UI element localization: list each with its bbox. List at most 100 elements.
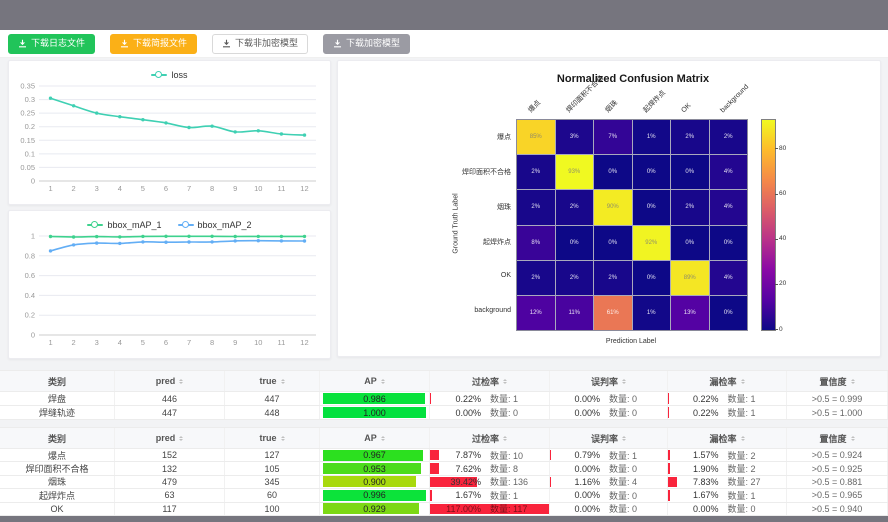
sort-icon[interactable]	[381, 434, 385, 443]
legend-item-bbox_mAP_2[interactable]: bbox_mAP_2	[178, 220, 252, 230]
class-name-cell: OK	[0, 503, 115, 515]
matrix-cell: 85%	[517, 120, 555, 154]
matrix-column-label: OK	[681, 102, 694, 115]
confidence-cell: >0.5 = 1.000	[787, 406, 888, 419]
svg-text:9: 9	[233, 338, 237, 347]
sort-icon[interactable]	[622, 377, 626, 386]
matrix-cell: 13%	[671, 296, 709, 330]
true-cell: 447	[225, 392, 320, 405]
legend-item-bbox_mAP_1[interactable]: bbox_mAP_1	[87, 220, 161, 230]
sort-icon[interactable]	[622, 434, 626, 443]
confidence-cell: >0.5 = 0.965	[787, 489, 888, 501]
rate-bar	[668, 490, 670, 500]
rate-bar	[430, 393, 431, 404]
colorbar-tick-label: 80	[779, 145, 786, 152]
matrix-cell: 0%	[633, 155, 671, 189]
download-unencrypted-model-button[interactable]: 下载非加密模型	[212, 34, 308, 54]
column-header-置信度[interactable]: 置信度	[787, 428, 888, 448]
svg-text:4: 4	[118, 338, 122, 347]
matrix-column-label: background	[719, 83, 751, 115]
svg-text:11: 11	[277, 184, 285, 193]
column-header-true[interactable]: true	[225, 428, 320, 448]
matrix-row-label: 烟珠	[338, 202, 511, 212]
misjudge-rate-cell: 0.79%数量: 1	[550, 449, 668, 461]
misjudge-rate-cell: 0.00%数量: 0	[550, 503, 668, 515]
sort-icon[interactable]	[503, 434, 507, 443]
true-cell: 127	[225, 449, 320, 461]
svg-text:0.4: 0.4	[25, 291, 35, 300]
svg-text:8: 8	[210, 338, 214, 347]
sort-icon[interactable]	[381, 377, 385, 386]
svg-text:0.2: 0.2	[25, 311, 35, 320]
ap-cell: 0.929	[320, 503, 430, 515]
sort-icon[interactable]	[851, 377, 855, 386]
sort-icon[interactable]	[851, 434, 855, 443]
legend-item-loss[interactable]: loss	[151, 70, 187, 80]
metrics-table-1: 类别predtrueAP过检率误判率漏检率置信度焊盘4464470.9860.2…	[0, 370, 888, 420]
table-row: 焊印面积不合格1321050.9537.62%数量: 80.00%数量: 01.…	[0, 462, 888, 475]
pred-cell: 479	[115, 476, 225, 488]
ap-bar: 0.900	[323, 476, 426, 487]
svg-text:0: 0	[31, 177, 35, 186]
table-header-row: 类别predtrueAP过检率误判率漏检率置信度	[0, 371, 888, 392]
sort-icon[interactable]	[179, 434, 183, 443]
overdetect-rate-cell: 117.00%数量: 117	[430, 503, 550, 515]
column-header-true[interactable]: true	[225, 371, 320, 391]
confusion-matrix-grid: 85%3%7%1%2%2%2%93%0%0%0%4%2%2%90%0%2%4%8…	[516, 119, 748, 331]
miss-rate-cell: 0.22%数量: 1	[668, 392, 787, 405]
legend-marker-icon	[178, 221, 194, 229]
confidence-cell: >0.5 = 0.925	[787, 462, 888, 474]
miss-rate-cell: 0.00%数量: 0	[668, 503, 787, 515]
confusion-matrix-title: Normalized Confusion Matrix	[468, 73, 798, 85]
column-header-置信度[interactable]: 置信度	[787, 371, 888, 391]
legend-marker-icon	[87, 221, 103, 229]
matrix-column-label: 爆点	[527, 99, 543, 115]
confidence-cell: >0.5 = 0.940	[787, 503, 888, 515]
ap-cell: 0.967	[320, 449, 430, 461]
matrix-cell: 2%	[594, 261, 632, 295]
pred-cell: 152	[115, 449, 225, 461]
pred-cell: 117	[115, 503, 225, 515]
svg-text:6: 6	[164, 338, 168, 347]
column-header-pred[interactable]: pred	[115, 428, 225, 448]
column-header-AP[interactable]: AP	[320, 428, 430, 448]
sort-icon[interactable]	[281, 434, 285, 443]
download-log-button[interactable]: 下载日志文件	[8, 34, 95, 54]
column-header-过检率[interactable]: 过检率	[430, 371, 550, 391]
svg-text:0.25: 0.25	[20, 109, 35, 118]
svg-text:6: 6	[164, 184, 168, 193]
svg-text:3: 3	[95, 338, 99, 347]
matrix-column-label: 起焊炸点	[642, 90, 667, 115]
download-report-button[interactable]: 下载简报文件	[110, 34, 197, 54]
overdetect-rate-cell: 39.42%数量: 136	[430, 476, 550, 488]
confidence-cell: >0.5 = 0.999	[787, 392, 888, 405]
miss-rate-cell: 0.22%数量: 1	[668, 406, 787, 419]
column-header-误判率[interactable]: 误判率	[550, 428, 668, 448]
column-header-漏检率[interactable]: 漏检率	[668, 371, 787, 391]
column-header-pred[interactable]: pred	[115, 371, 225, 391]
ap-bar: 0.929	[323, 503, 426, 514]
map-chart: 00.20.40.60.81123456789101112	[9, 230, 330, 351]
svg-text:5: 5	[141, 338, 145, 347]
column-header-误判率[interactable]: 误判率	[550, 371, 668, 391]
sort-icon[interactable]	[281, 377, 285, 386]
svg-text:0.2: 0.2	[25, 122, 35, 131]
sort-icon[interactable]	[741, 377, 745, 386]
matrix-cell: 2%	[710, 120, 748, 154]
true-cell: 60	[225, 489, 320, 501]
svg-text:10: 10	[254, 338, 262, 347]
download-encrypted-model-button[interactable]: 下载加密模型	[323, 34, 410, 54]
matrix-cell: 2%	[517, 155, 555, 189]
ap-cell: 0.986	[320, 392, 430, 405]
sort-icon[interactable]	[503, 377, 507, 386]
column-header-AP[interactable]: AP	[320, 371, 430, 391]
class-name-cell: 焊印面积不合格	[0, 462, 115, 474]
sort-icon[interactable]	[179, 377, 183, 386]
true-cell: 448	[225, 406, 320, 419]
matrix-cell: 0%	[594, 226, 632, 260]
svg-text:2: 2	[72, 338, 76, 347]
sort-icon[interactable]	[741, 434, 745, 443]
column-header-漏检率[interactable]: 漏检率	[668, 428, 787, 448]
column-header-过检率[interactable]: 过检率	[430, 428, 550, 448]
colorbar-tick-mark	[775, 148, 778, 149]
